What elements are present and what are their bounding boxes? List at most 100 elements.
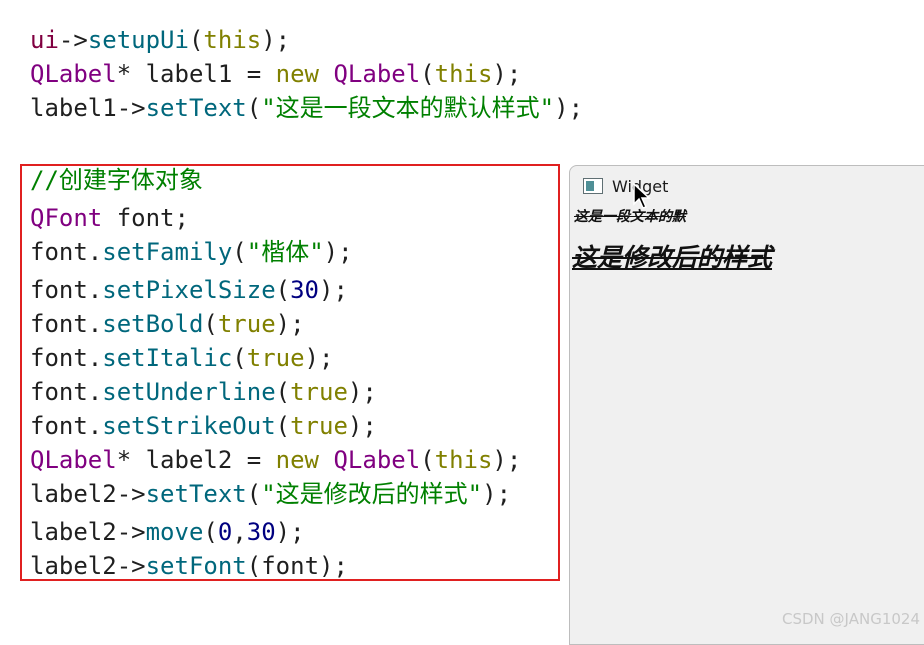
code-token: ); bbox=[261, 26, 291, 54]
code-token: 0 bbox=[217, 518, 233, 546]
code-token: setFont bbox=[145, 552, 247, 580]
boxed-code-line: label2->setText("这是修改后的样式"); bbox=[30, 479, 511, 509]
code-token: "楷体" bbox=[246, 238, 324, 266]
code-line-label1-settext: label1->setText("这是一段文本的默认样式"); bbox=[30, 93, 583, 123]
code-line-new-label1: QLabel* label1 = new QLabel(this); bbox=[30, 59, 521, 89]
code-token: true bbox=[246, 344, 305, 372]
code-token: ); bbox=[492, 60, 522, 88]
code-token: ui bbox=[30, 26, 59, 54]
code-token: label2 bbox=[30, 552, 117, 580]
window-app-icon bbox=[583, 178, 603, 194]
code-token: new bbox=[275, 446, 320, 474]
code-token: ( bbox=[275, 412, 291, 440]
code-token: ); bbox=[554, 94, 584, 122]
code-token: 30 bbox=[246, 518, 276, 546]
code-token: setPixelSize bbox=[102, 276, 276, 304]
code-token: move bbox=[145, 518, 204, 546]
code-token: ); bbox=[275, 310, 305, 338]
code-token: setText bbox=[145, 480, 247, 508]
widget-window[interactable]: Widget 这是一段文本的默 这是修改后的样式 bbox=[569, 165, 924, 645]
code-token: ); bbox=[347, 412, 377, 440]
boxed-code-line: font.setFamily("楷体"); bbox=[30, 237, 353, 267]
code-token: ( bbox=[420, 446, 435, 474]
widget-titlebar[interactable]: Widget bbox=[570, 166, 924, 209]
code-token: ); bbox=[275, 518, 305, 546]
boxed-code-line: font.setPixelSize(30); bbox=[30, 275, 348, 305]
code-token: new bbox=[275, 60, 320, 88]
code-token: ( bbox=[420, 60, 435, 88]
code-token: setFamily bbox=[102, 238, 233, 266]
code-token: , bbox=[232, 518, 247, 546]
code-token: label2 bbox=[30, 480, 117, 508]
boxed-code-line: label2->move(0,30); bbox=[30, 517, 305, 547]
code-token: //创建字体对象 bbox=[30, 166, 203, 194]
code-token: label1 bbox=[30, 94, 117, 122]
code-token: ); bbox=[319, 552, 348, 580]
code-token: "这是一段文本的默认样式" bbox=[261, 94, 555, 122]
code-token: font; bbox=[102, 204, 189, 232]
code-token: this bbox=[434, 60, 493, 88]
code-token: ); bbox=[323, 238, 353, 266]
code-token: setupUi bbox=[87, 26, 189, 54]
watermark: CSDN @JANG1024 bbox=[782, 610, 920, 628]
code-token: QLabel bbox=[30, 60, 117, 88]
code-token: true bbox=[217, 310, 276, 338]
code-token: ( bbox=[275, 276, 291, 304]
code-token: 30 bbox=[290, 276, 319, 304]
label2: 这是修改后的样式 bbox=[572, 243, 773, 272]
code-token: setBold bbox=[102, 310, 204, 338]
code-token: ); bbox=[482, 480, 512, 508]
boxed-code-line: QFont font; bbox=[30, 203, 189, 233]
code-token: QFont bbox=[30, 204, 103, 232]
code-token: QLabel bbox=[333, 446, 421, 474]
code-token: font. bbox=[30, 412, 103, 440]
boxed-code-line: font.setUnderline(true); bbox=[30, 377, 377, 407]
code-token: -> bbox=[116, 518, 146, 546]
code-token: ); bbox=[492, 446, 522, 474]
code-token: ( bbox=[188, 26, 204, 54]
code-token: font. bbox=[30, 344, 103, 372]
code-token: ( bbox=[246, 94, 262, 122]
boxed-code-line: label2->setFont(font); bbox=[30, 551, 348, 581]
code-token: font. bbox=[30, 276, 103, 304]
code-token: setItalic bbox=[102, 344, 233, 372]
code-token: ( bbox=[232, 238, 247, 266]
code-token: ( bbox=[246, 552, 262, 580]
code-token: ( bbox=[246, 480, 262, 508]
code-token: * label2 = bbox=[116, 446, 276, 474]
code-token: ( bbox=[203, 310, 218, 338]
code-token: -> bbox=[58, 26, 88, 54]
code-token: font bbox=[261, 552, 320, 580]
code-token: setStrikeOut bbox=[102, 412, 276, 440]
boxed-code-line: font.setBold(true); bbox=[30, 309, 305, 339]
code-token: setUnderline bbox=[102, 378, 276, 406]
code-token: -> bbox=[116, 552, 146, 580]
code-token: true bbox=[290, 378, 348, 406]
code-token: true bbox=[290, 412, 348, 440]
code-token: ); bbox=[304, 344, 334, 372]
code-token: font. bbox=[30, 310, 103, 338]
code-token: font. bbox=[30, 378, 103, 406]
code-token: * label1 = bbox=[116, 60, 276, 88]
boxed-code-line: QLabel* label2 = new QLabel(this); bbox=[30, 445, 521, 475]
code-token: this bbox=[434, 446, 493, 474]
code-token: setText bbox=[145, 94, 247, 122]
code-token: -> bbox=[116, 480, 146, 508]
code-token: this bbox=[203, 26, 262, 54]
code-token: "这是修改后的样式" bbox=[261, 480, 483, 508]
code-line-setupui: ui->setupUi(this); bbox=[30, 25, 290, 55]
code-token: label2 bbox=[30, 518, 117, 546]
boxed-code-line: font.setStrikeOut(true); bbox=[30, 411, 377, 441]
code-token: ( bbox=[203, 518, 218, 546]
boxed-code-line: //创建字体对象 bbox=[30, 165, 203, 195]
code-token: ( bbox=[232, 344, 247, 372]
code-token: -> bbox=[116, 94, 146, 122]
boxed-code-line: font.setItalic(true); bbox=[30, 343, 333, 373]
label1: 这是一段文本的默 bbox=[574, 209, 686, 225]
code-token: QLabel bbox=[333, 60, 421, 88]
code-token: QLabel bbox=[30, 446, 117, 474]
code-token: font. bbox=[30, 238, 103, 266]
code-token: ); bbox=[347, 378, 377, 406]
